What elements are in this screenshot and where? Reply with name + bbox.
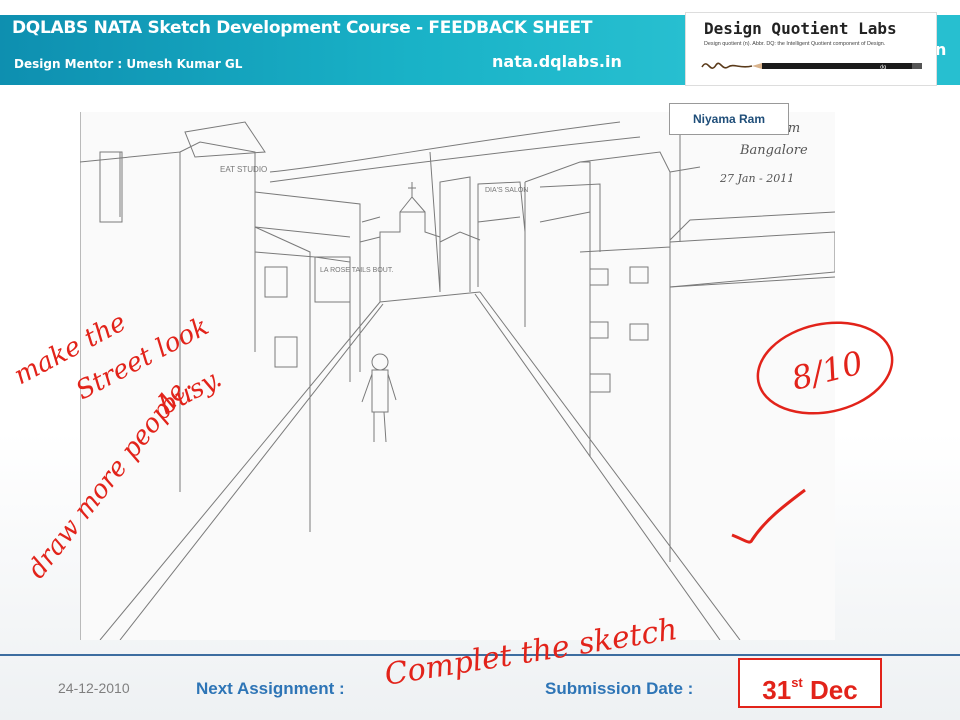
left-building-1: [79, 112, 256, 640]
signature-line: 27 Jan - 2011: [719, 172, 794, 185]
student-name-tag: Niyama Ram: [669, 103, 789, 135]
header-bar: DQLABS NATA Sketch Development Course - …: [0, 15, 685, 85]
pencil-icon: dq: [701, 62, 922, 71]
submission-day-suffix: st: [791, 675, 803, 690]
shop-sign-salon: DIA'S SALON: [485, 187, 528, 194]
site-url: nata.dqlabs.in: [492, 52, 622, 71]
street-perspective-drawing: LA ROSE TAILS BOUT. DIA'S SALON Bangalor…: [79, 112, 836, 641]
student-sketch: LA ROSE TAILS BOUT. DIA'S SALON Bangalor…: [79, 112, 836, 641]
person-figure: [361, 353, 397, 443]
street-left-edge: [99, 301, 381, 641]
street-right-edge: [479, 291, 741, 641]
right-building-salon: [477, 181, 526, 287]
pencil-mark: dq: [880, 65, 886, 71]
logo-title: Design Quotient Labs: [704, 19, 897, 38]
submission-date-box: 31st Dec: [738, 658, 882, 708]
church-tower: [399, 182, 426, 213]
right-building-2: [524, 161, 591, 457]
feedback-date: 24-12-2010: [58, 680, 130, 696]
design-mentor: Design Mentor : Umesh Kumar GL: [14, 57, 243, 71]
right-building-tall: [579, 151, 671, 562]
header-strip: n: [937, 15, 960, 85]
building-awning: [439, 231, 481, 243]
submission-day: 31: [762, 675, 792, 705]
logo-tagline: Design quotient (n). Abbr. DQ: the Intel…: [704, 41, 886, 47]
street-left-kerb: [119, 303, 384, 641]
street-right-kerb: [474, 293, 721, 641]
shop-sign-top-left: EAT STUDIO: [220, 165, 267, 174]
signature-line: Bangalore: [739, 143, 808, 158]
next-assignment-label: Next Assignment :: [196, 679, 345, 698]
dqlabs-logo: Design Quotient Labs Design quotient (n)…: [685, 12, 937, 86]
shop-sign-left: LA ROSE TAILS BOUT.: [320, 267, 393, 274]
header-title: DQLABS NATA Sketch Development Course - …: [12, 18, 593, 38]
submission-month: Dec: [810, 675, 858, 705]
header-strip-text: n: [937, 40, 947, 59]
center-building: [379, 211, 441, 302]
submission-date-label: Submission Date :: [545, 679, 694, 698]
